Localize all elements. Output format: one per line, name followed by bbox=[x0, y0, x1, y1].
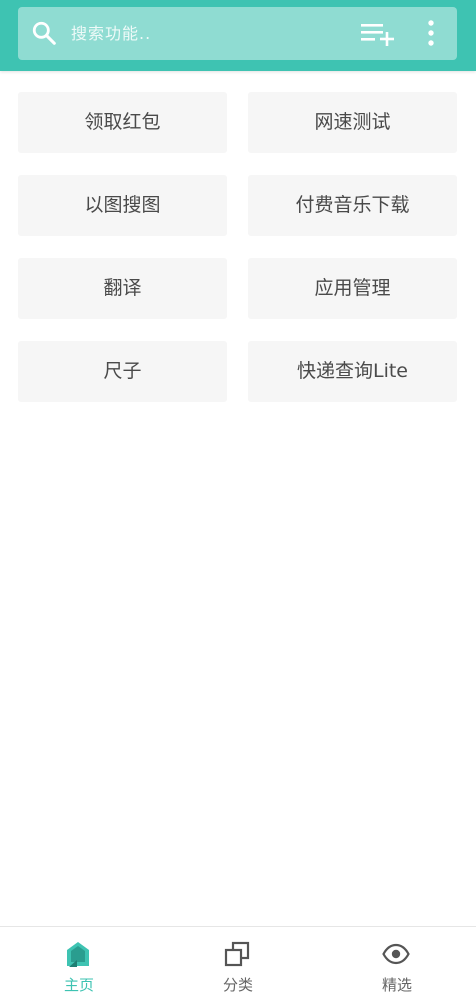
more-vertical-icon[interactable] bbox=[418, 19, 444, 47]
app-root: 搜索功能.. 领取红包 网速测试 以图搜图 付费音乐下载 翻译 应用管理 尺子 … bbox=[0, 0, 476, 993]
playlist-add-icon[interactable] bbox=[361, 20, 395, 46]
app-header: 搜索功能.. bbox=[0, 0, 476, 71]
feature-tile[interactable]: 快递查询Lite bbox=[248, 341, 457, 402]
feature-tile[interactable]: 以图搜图 bbox=[18, 175, 227, 236]
search-input[interactable]: 搜索功能.. bbox=[71, 7, 151, 60]
eye-icon bbox=[382, 943, 410, 965]
bottom-nav: 主页 分类 精选 bbox=[0, 926, 476, 993]
feature-tile[interactable]: 翻译 bbox=[18, 258, 227, 319]
home-icon bbox=[67, 942, 89, 967]
feature-tile[interactable]: 付费音乐下载 bbox=[248, 175, 457, 236]
nav-label-home: 主页 bbox=[63, 976, 94, 993]
nav-item-home[interactable]: 主页 bbox=[0, 927, 158, 993]
feature-tile[interactable]: 尺子 bbox=[18, 341, 227, 402]
search-icon bbox=[32, 21, 56, 45]
category-icon bbox=[224, 941, 250, 967]
nav-item-category[interactable]: 分类 bbox=[159, 927, 317, 993]
nav-label-category: 分类 bbox=[222, 976, 253, 993]
feature-tile[interactable]: 领取红包 bbox=[18, 92, 227, 153]
search-bar[interactable]: 搜索功能.. bbox=[18, 7, 457, 60]
feature-tile[interactable]: 应用管理 bbox=[248, 258, 457, 319]
nav-label-featured: 精选 bbox=[381, 976, 412, 993]
feature-tile[interactable]: 网速测试 bbox=[248, 92, 457, 153]
nav-item-featured[interactable]: 精选 bbox=[318, 927, 476, 993]
